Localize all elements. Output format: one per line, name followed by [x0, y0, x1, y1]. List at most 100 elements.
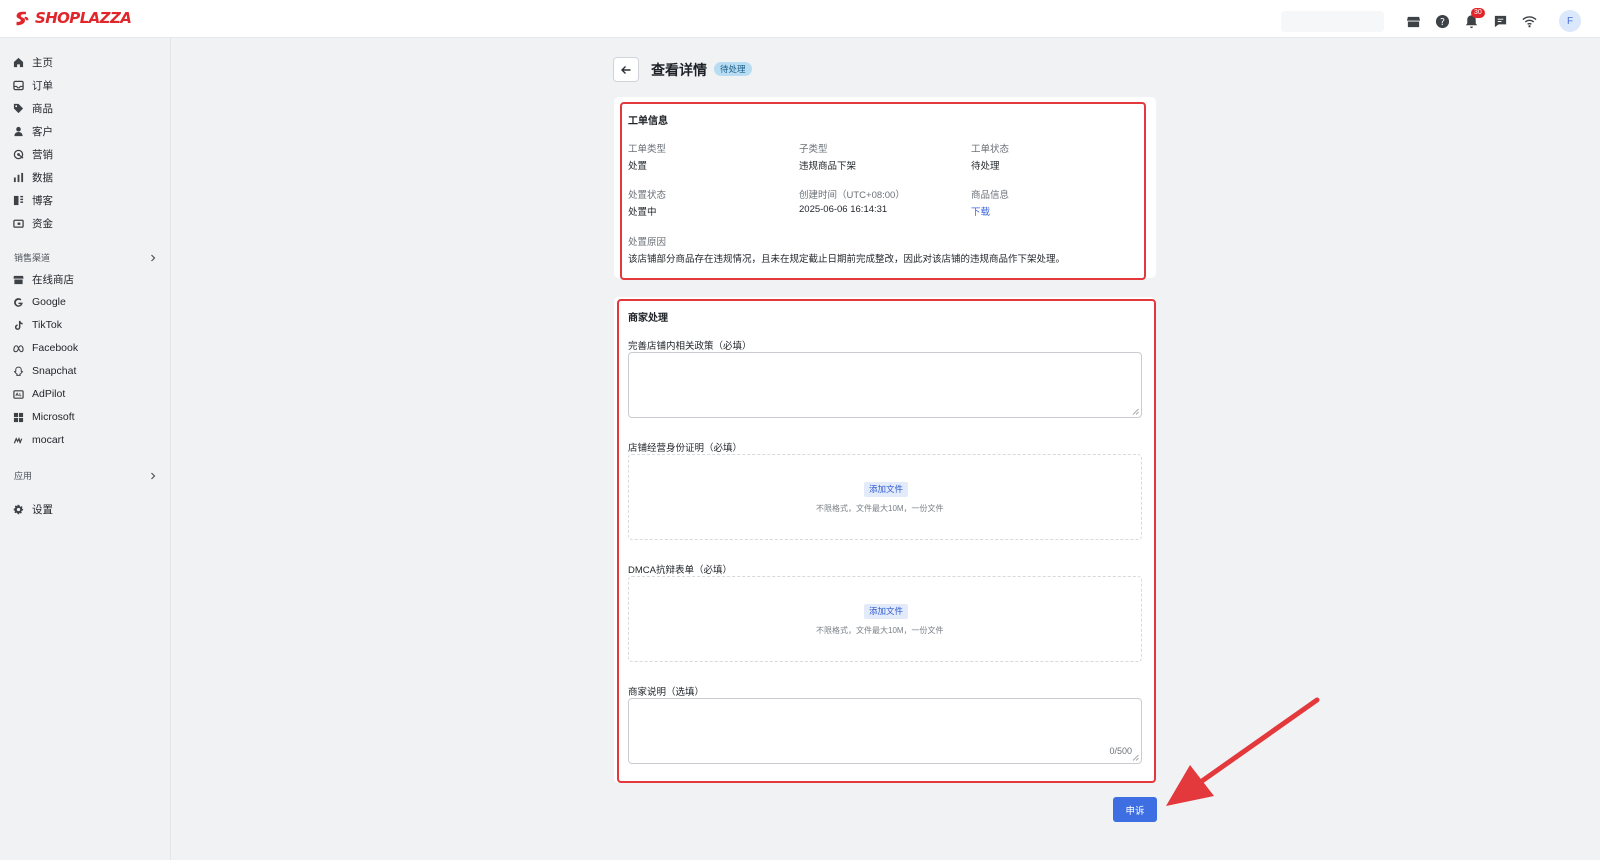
store-icon[interactable]: [1405, 13, 1421, 29]
resize-handle-icon[interactable]: [1132, 754, 1139, 761]
ticket-type-label: 工单类型: [628, 144, 667, 155]
message-icon[interactable]: [1492, 13, 1508, 29]
disposal-status-value: 处置中: [628, 207, 657, 218]
store-icon: [12, 273, 24, 285]
shoplazza-logo-icon: [16, 11, 29, 25]
sidebar-item-customers[interactable]: 客户: [12, 121, 160, 141]
sidebar-item-facebook[interactable]: Facebook: [12, 338, 160, 358]
sidebar-item-microsoft[interactable]: Microsoft: [12, 407, 160, 427]
sidebar-item-label: Facebook: [32, 342, 79, 354]
sidebar-item-label: 资金: [32, 217, 53, 230]
chevron-right-icon: [151, 472, 156, 479]
wifi-icon[interactable]: [1521, 13, 1537, 29]
apps-heading[interactable]: 应用: [14, 469, 157, 482]
inbox-icon: [12, 79, 24, 91]
subtype-value: 违规商品下架: [799, 161, 857, 172]
sidebar-item-finance[interactable]: 资金: [12, 213, 160, 233]
help-icon[interactable]: ?: [1434, 13, 1450, 29]
top-bar: SHOPLAZZA ? 30 F: [0, 0, 1600, 38]
sidebar-item-orders[interactable]: 订单: [12, 75, 160, 95]
dmca-form-label: DMCA抗辩表单（必填）: [628, 565, 732, 576]
merchant-note-label: 商家说明（选填）: [628, 687, 705, 698]
sidebar-item-label: AdPilot: [32, 388, 66, 400]
home-icon: [12, 56, 24, 68]
sidebar-item-settings[interactable]: 设置: [12, 499, 160, 519]
policy-textarea[interactable]: [628, 352, 1142, 418]
created-time-value: 2025-06-06 16:14:31: [799, 204, 888, 215]
char-counter: 0/500: [1109, 746, 1132, 756]
sidebar-item-label: 商品: [32, 102, 53, 115]
sidebar-item-label: 订单: [32, 79, 53, 92]
sidebar: 主页 订单 商品 客户 营销 数据 博客 资金 销售渠道 在线商店 Google: [0, 38, 171, 860]
tiktok-icon: [12, 319, 24, 331]
store-switcher[interactable]: [1281, 11, 1384, 32]
person-icon: [12, 125, 24, 137]
status-badge: 待处理: [714, 62, 752, 76]
sidebar-item-marketing[interactable]: 营销: [12, 144, 160, 164]
avatar[interactable]: F: [1559, 10, 1581, 32]
upload-hint: 不限格式，文件最大10M，一份文件: [816, 626, 944, 635]
sidebar-item-label: Snapchat: [32, 365, 77, 377]
wallet-icon: [12, 217, 24, 229]
ticket-status-value: 待处理: [971, 161, 1000, 172]
mocart-icon: [12, 434, 24, 446]
add-file-button[interactable]: 添加文件: [864, 604, 909, 619]
chevron-right-icon: [151, 254, 156, 261]
sidebar-item-label: 主页: [32, 56, 53, 69]
resize-handle-icon[interactable]: [1132, 408, 1139, 415]
identity-proof-label: 店铺经营身份证明（必填）: [628, 443, 743, 454]
sidebar-item-tiktok[interactable]: TikTok: [12, 315, 160, 335]
sidebar-item-products[interactable]: 商品: [12, 98, 160, 118]
sidebar-item-online-store[interactable]: 在线商店: [12, 269, 160, 289]
notification-badge: 30: [1471, 8, 1485, 18]
reason-text: 该店铺部分商品存在违规情况，且未在规定截止日期前完成整改，因此对该店铺的违规商品…: [628, 254, 1066, 265]
tag-icon: [12, 102, 24, 114]
sidebar-item-mocart[interactable]: mocart: [12, 430, 160, 450]
ticket-status-label: 工单状态: [971, 144, 1010, 155]
google-icon: [12, 296, 24, 308]
blog-icon: [12, 194, 24, 206]
bell-icon[interactable]: 30: [1463, 8, 1485, 29]
identity-upload-zone[interactable]: 添加文件 不限格式，文件最大10M，一份文件: [628, 454, 1142, 540]
sidebar-item-label: 设置: [32, 503, 53, 516]
add-file-button[interactable]: 添加文件: [864, 482, 909, 497]
snapchat-icon: [12, 365, 24, 377]
disposal-status-label: 处置状态: [628, 190, 667, 201]
sales-channels-heading[interactable]: 销售渠道: [14, 251, 157, 264]
microsoft-icon: [12, 411, 24, 423]
back-button[interactable]: [613, 57, 639, 82]
download-link[interactable]: 下载: [971, 204, 990, 218]
page-title: 查看详情: [651, 62, 707, 78]
sidebar-item-analytics[interactable]: 数据: [12, 167, 160, 187]
brand-logo[interactable]: SHOPLAZZA: [14, 9, 132, 27]
sidebar-item-snapchat[interactable]: Snapchat: [12, 361, 160, 381]
sidebar-item-label: 数据: [32, 171, 53, 184]
meta-icon: [12, 342, 24, 354]
sidebar-item-label: mocart: [32, 434, 65, 446]
sidebar-item-label: Microsoft: [32, 411, 75, 423]
upload-hint: 不限格式，文件最大10M，一份文件: [816, 504, 944, 513]
merchant-handling-title: 商家处理: [628, 313, 668, 324]
svg-text:?: ?: [1440, 16, 1445, 27]
merchant-note-textarea[interactable]: 0/500: [628, 698, 1142, 764]
sidebar-item-blog[interactable]: 博客: [12, 190, 160, 210]
arrow-left-icon: [621, 65, 631, 74]
policy-field-label: 完善店铺内相关政策（必填）: [628, 341, 752, 352]
gear-icon: [12, 503, 24, 515]
sidebar-item-label: TikTok: [32, 319, 62, 331]
sidebar-item-label: Google: [32, 296, 66, 308]
sidebar-item-label: 在线商店: [32, 273, 74, 286]
annotation-arrow-icon: [1166, 697, 1320, 806]
appeal-button[interactable]: 申诉: [1113, 797, 1157, 822]
target-icon: [12, 148, 24, 160]
sidebar-item-adpilot[interactable]: AdPilot: [12, 384, 160, 404]
dmca-upload-zone[interactable]: 添加文件 不限格式，文件最大10M，一份文件: [628, 576, 1142, 662]
ticket-type-value: 处置: [628, 161, 648, 172]
sidebar-item-google[interactable]: Google: [12, 292, 160, 312]
sidebar-item-home[interactable]: 主页: [12, 52, 160, 72]
created-time-label: 创建时间（UTC+08:00）: [799, 190, 905, 201]
bar-chart-icon: [12, 171, 24, 183]
section-label: 应用: [14, 471, 33, 481]
adpilot-icon: [12, 388, 24, 400]
brand-name: SHOPLAZZA: [35, 9, 132, 27]
